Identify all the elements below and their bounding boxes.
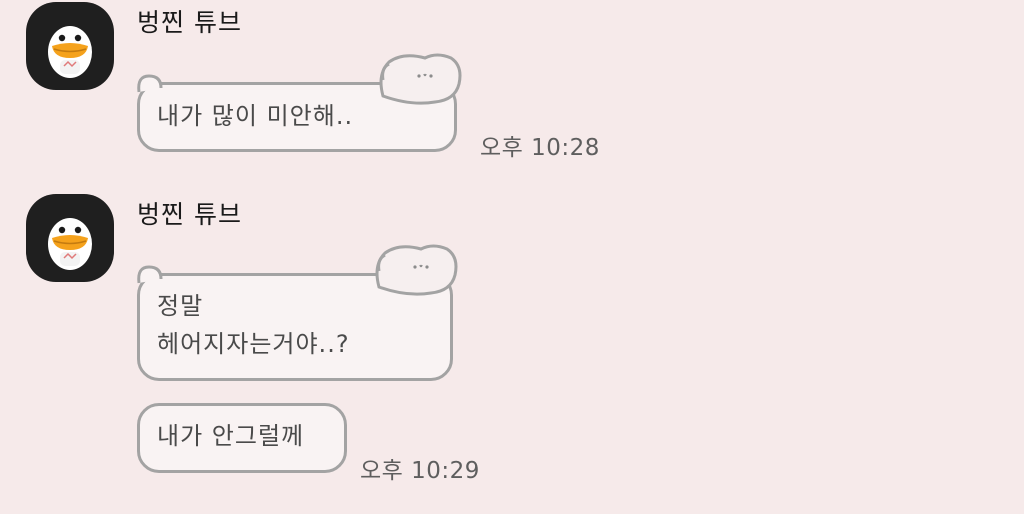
bubble-ear-icon bbox=[137, 74, 163, 93]
message-timestamp: 오후 10:29 bbox=[360, 458, 480, 484]
peeking-character-icon bbox=[375, 244, 458, 296]
chat-bubble[interactable]: 내가 안그럴께 bbox=[137, 403, 349, 475]
chat-bubble[interactable]: 정말 헤어지자는거야..? bbox=[137, 244, 467, 385]
tube-duck-avatar-icon bbox=[48, 26, 92, 78]
sender-name: 벙찐 튜브 bbox=[137, 200, 242, 229]
sender-avatar[interactable] bbox=[26, 2, 114, 90]
tube-duck-avatar-icon bbox=[48, 218, 92, 270]
peeking-character-icon bbox=[379, 53, 462, 105]
message-text: 내가 안그럴께 bbox=[157, 422, 305, 450]
bubble-ear-icon bbox=[137, 265, 163, 284]
sender-avatar[interactable] bbox=[26, 194, 114, 282]
message-timestamp: 오후 10:28 bbox=[480, 135, 600, 161]
message-text: 내가 많이 미안해.. bbox=[157, 102, 354, 130]
message-text: 정말 헤어지자는거야..? bbox=[157, 292, 350, 358]
sender-name: 벙찐 튜브 bbox=[137, 8, 242, 37]
chat-bubble[interactable]: 내가 많이 미안해.. bbox=[137, 52, 467, 156]
